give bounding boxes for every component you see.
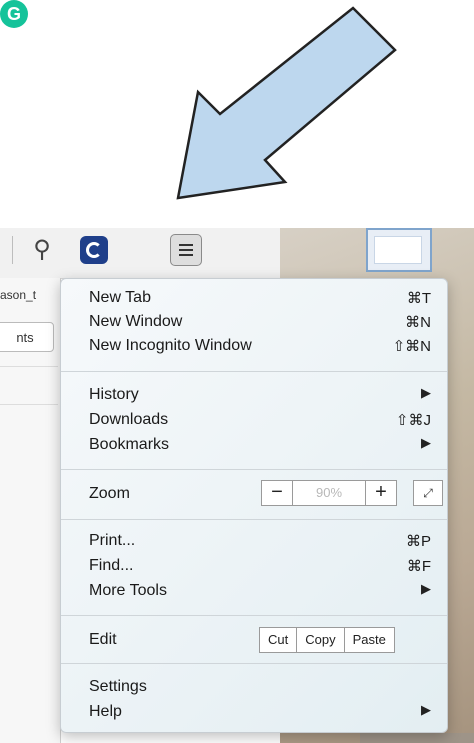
menu-item-history[interactable]: History ▶ xyxy=(89,383,433,408)
divider xyxy=(0,404,58,405)
menu-item-zoom: Zoom xyxy=(89,482,209,507)
menu-item-label: More Tools xyxy=(89,582,167,599)
menu-item-label: Find... xyxy=(89,557,134,574)
menu-item-label: New Incognito Window xyxy=(89,337,252,354)
submenu-arrow-icon: ▶ xyxy=(421,581,431,596)
toolbar-divider xyxy=(12,236,13,264)
submenu-arrow-icon: ▶ xyxy=(421,435,431,450)
menu-separator xyxy=(61,519,447,520)
paste-button[interactable]: Paste xyxy=(343,628,394,652)
pointer-arrow-icon xyxy=(176,6,397,200)
menu-separator xyxy=(61,615,447,616)
extension-circle-icon[interactable] xyxy=(80,236,108,264)
menu-separator xyxy=(61,469,447,470)
menu-item-help[interactable]: Help ▶ xyxy=(89,700,433,725)
lamp-extension-icon[interactable]: ⚲ xyxy=(28,236,56,264)
menu-item-new-incognito-window[interactable]: New Incognito Window ⇧⌘N xyxy=(89,334,433,359)
cut-button[interactable]: Cut xyxy=(260,628,296,652)
grammarly-extension-icon[interactable]: G xyxy=(0,0,28,28)
zoom-out-button[interactable]: − xyxy=(262,481,293,505)
menu-item-print[interactable]: Print... ⌘P xyxy=(89,529,433,554)
menu-item-label: Zoom xyxy=(89,485,130,502)
shortcut-label: ⌘F xyxy=(406,558,431,575)
menu-item-label: Downloads xyxy=(89,411,169,428)
menu-item-label: Bookmarks xyxy=(89,436,170,453)
shortcut-label: ⇧⌘J xyxy=(395,412,431,429)
bottom-desktop-strip xyxy=(360,733,474,743)
zoom-control: − 90% + xyxy=(261,480,397,506)
menu-item-settings[interactable]: Settings xyxy=(89,675,433,700)
fullscreen-button[interactable]: ⤢ xyxy=(413,480,443,506)
shortcut-label: ⌘P xyxy=(405,533,431,550)
shortcut-label: ⌘N xyxy=(405,314,431,331)
menu-item-label: New Tab xyxy=(89,289,151,306)
shortcut-label: ⌘T xyxy=(406,290,431,307)
menu-item-more-tools[interactable]: More Tools ▶ xyxy=(89,579,433,604)
menu-item-new-window[interactable]: New Window ⌘N xyxy=(89,310,433,335)
chrome-menu-button[interactable] xyxy=(170,234,202,266)
menu-item-edit: Edit xyxy=(89,628,209,653)
shortcut-label: ⇧⌘N xyxy=(392,338,431,355)
menu-item-label: Help xyxy=(89,703,122,720)
menu-item-downloads[interactable]: Downloads ⇧⌘J xyxy=(89,408,433,433)
window-thumbnail[interactable] xyxy=(366,228,432,272)
menu-item-find[interactable]: Find... ⌘F xyxy=(89,554,433,579)
menu-item-label: New Window xyxy=(89,313,183,330)
chrome-main-menu: New Tab ⌘T New Window ⌘N New Incognito W… xyxy=(60,278,448,733)
menu-item-new-tab[interactable]: New Tab ⌘T xyxy=(89,286,433,311)
submenu-arrow-icon: ▶ xyxy=(421,702,431,717)
zoom-in-button[interactable]: + xyxy=(365,481,396,505)
menu-item-label: Edit xyxy=(89,631,117,648)
submenu-arrow-icon: ▶ xyxy=(421,385,431,400)
copy-button[interactable]: Copy xyxy=(296,628,343,652)
page-button-fragment[interactable]: nts xyxy=(0,322,54,352)
menu-separator xyxy=(61,371,447,372)
zoom-level: 90% xyxy=(315,485,343,500)
menu-item-label: Print... xyxy=(89,532,136,549)
edit-button-group: Cut Copy Paste xyxy=(259,627,395,653)
menu-item-label: Settings xyxy=(89,678,147,695)
menu-item-bookmarks[interactable]: Bookmarks ▶ xyxy=(89,433,433,458)
menu-item-label: History xyxy=(89,386,139,403)
tab-title-fragment[interactable]: ason_t xyxy=(0,288,36,302)
menu-separator xyxy=(61,663,447,664)
divider xyxy=(0,366,58,367)
